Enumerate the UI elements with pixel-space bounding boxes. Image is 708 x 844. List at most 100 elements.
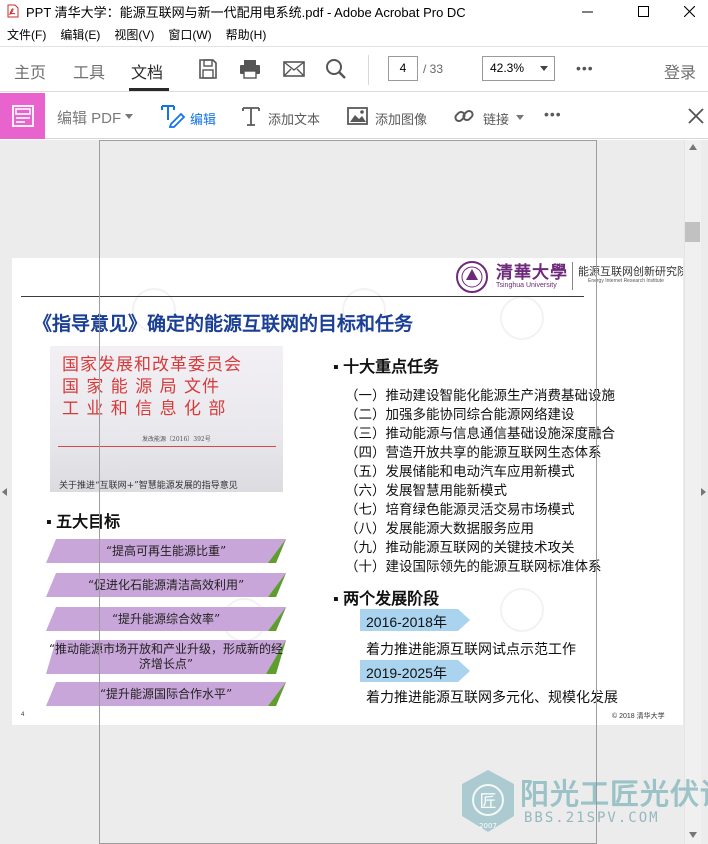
menu-edit[interactable]: 编辑(E): [60, 26, 100, 43]
goal-item: “推动能源市场开放和产业升级，形成新的经济增长点”: [46, 640, 286, 674]
main-toolbar: 主页 工具 文档: [0, 46, 708, 92]
add-image-label[interactable]: 添加图像: [375, 109, 427, 128]
expand-right-pane-icon[interactable]: [701, 488, 706, 496]
goals-heading: ▪ 五大目标: [46, 514, 121, 531]
task-item: （八）发展能源大数据服务应用: [345, 521, 534, 536]
menu-view[interactable]: 视图(V): [114, 26, 154, 43]
faint-watermark: [500, 588, 544, 632]
tasks-heading: ▪ 十大重点任务: [333, 359, 440, 376]
badge-character: 匠: [480, 792, 497, 812]
collapse-left-pane-icon[interactable]: [2, 488, 7, 496]
more-tools-button[interactable]: •••: [576, 60, 594, 76]
stage-description: 着力推进能源互联网试点示范工作: [366, 641, 576, 657]
task-item: （九）推动能源互联网的关键技术攻关: [345, 540, 575, 555]
goal-item: “提高可再生能源比重”: [46, 539, 286, 563]
edit-more-button[interactable]: •••: [544, 106, 562, 122]
doc-number: 发改能源〔2016〕392号: [142, 436, 211, 443]
print-icon[interactable]: [238, 57, 262, 81]
slide-title: 《指导意见》确定的能源互联网的目标和任务: [33, 314, 414, 335]
menu-file[interactable]: 文件(F): [7, 26, 46, 43]
goal-item: “提升能源国际合作水平”: [46, 682, 286, 706]
task-item: （七）培育绿色能源灵活交易市场模式: [345, 502, 575, 517]
forum-badge-logo: 匠 2007: [462, 770, 514, 832]
task-item: （二）加强多能协同综合能源网络建设: [345, 407, 575, 422]
policy-document-image: 国家发展和改革委员会 国 家 能 源 局 文件 工 业 和 信 息 化 部 发改…: [50, 346, 283, 492]
goal-item: “提升能源综合效率”: [46, 607, 286, 631]
menu-help[interactable]: 帮助(H): [226, 26, 267, 43]
institute-name-cn: 能源互联网创新研究院: [578, 266, 683, 278]
task-item: （四）营造开放共享的能源互联网生态体系: [345, 445, 602, 460]
scroll-up-icon[interactable]: [689, 144, 697, 150]
close-window-button[interactable]: [666, 0, 708, 22]
task-item: （十）建设国际领先的能源互联网标准体系: [345, 559, 602, 574]
add-text-icon[interactable]: [242, 106, 260, 126]
edit-pdf-tool-tile[interactable]: [0, 93, 45, 139]
university-name-cn: 清華大學: [496, 263, 568, 283]
maximize-button[interactable]: [620, 0, 666, 22]
task-item: （三）推动能源与信息通信基础设施深度融合: [345, 426, 615, 441]
goal-item: “促进化石能源清洁高效利用”: [46, 573, 286, 597]
menu-bar: 文件(F) 编辑(E) 视图(V) 窗口(W) 帮助(H): [0, 24, 280, 44]
page-number-input[interactable]: 4: [388, 56, 418, 81]
acrobat-pdf-icon: [7, 4, 19, 18]
tsinghua-seal-logo: [456, 261, 488, 293]
badge-year: 2007: [479, 822, 497, 830]
active-tab-indicator: [129, 88, 169, 91]
scrollbar-thumb[interactable]: [685, 222, 700, 242]
slide-page-number: 4: [21, 712, 25, 718]
goal-text: “提升能源国际合作水平”: [99, 687, 233, 701]
edit-pdf-toolbar: 编辑 PDF 编辑 添加文本 添加图像 链接 •••: [0, 93, 708, 139]
link-label[interactable]: 链接: [483, 109, 509, 128]
stage-description: 着力推进能源互联网多元化、规模化发展: [366, 689, 618, 705]
header-rule: [21, 296, 584, 297]
edit-pdf-label[interactable]: 编辑 PDF: [57, 107, 121, 128]
doc-caption: 关于推进“互联网+”智慧能源发展的指导意见: [59, 481, 238, 491]
edit-text-icon[interactable]: [159, 104, 185, 128]
task-item: （五）发展储能和电动汽车应用新模式: [345, 464, 575, 479]
add-text-label[interactable]: 添加文本: [268, 109, 320, 128]
edit-pdf-icon: [11, 105, 34, 127]
acrobat-window: PPT 清华大学：能源互联网与新一代配用电系统.pdf - Adobe Acro…: [0, 0, 708, 844]
doc-red-rule: [58, 446, 276, 447]
stages-heading: ▪ 两个发展阶段: [333, 591, 440, 608]
goal-text: “提升能源综合效率”: [111, 612, 221, 626]
email-icon[interactable]: [282, 57, 306, 81]
minimize-icon: [581, 11, 593, 12]
pdf-page: 清華大學 Tsinghua University 能源互联网创新研究院 Ener…: [12, 258, 683, 725]
link-icon[interactable]: [453, 105, 475, 127]
minimize-button[interactable]: [564, 0, 610, 22]
goal-text: “促进化石能源清洁高效利用”: [87, 578, 245, 592]
edit-label[interactable]: 编辑: [190, 109, 216, 128]
page-total-label: / 33: [423, 62, 444, 76]
window-title: PPT 清华大学：能源互联网与新一代配用电系统.pdf - Adobe Acro…: [26, 4, 466, 20]
faint-watermark: [500, 296, 544, 340]
tab-tools[interactable]: 工具: [73, 59, 105, 83]
logo-separator: [572, 262, 573, 290]
scroll-down-icon[interactable]: [689, 832, 697, 838]
goal-text: “提高可再生能源比重”: [105, 544, 227, 558]
toolbar-divider: [368, 55, 369, 85]
search-icon[interactable]: [324, 57, 348, 81]
maximize-icon: [637, 5, 649, 17]
task-item: （一）推动建设智能化能源生产消费基础设施: [345, 388, 615, 403]
login-button[interactable]: 登录: [664, 59, 696, 83]
institute-name-en: Energy Internet Research Institute: [588, 278, 664, 284]
goal-text: “推动能源市场开放和产业升级，形成新的经济增长点”: [48, 642, 284, 671]
task-item: （六）发展智慧用能新模式: [345, 483, 507, 498]
forum-name-watermark: 阳光工匠光伏论坛: [520, 777, 708, 811]
close-icon: [683, 5, 695, 17]
forum-url-watermark: BBS.21SPV.COM: [524, 810, 660, 826]
add-image-icon[interactable]: [347, 107, 368, 125]
tab-document[interactable]: 文档: [131, 59, 163, 83]
slide-copyright: © 2018 清华大学: [612, 713, 665, 720]
vertical-scrollbar[interactable]: [684, 140, 701, 844]
close-toolbar-icon[interactable]: [688, 108, 704, 124]
chevron-down-icon[interactable]: [540, 66, 548, 71]
chevron-down-icon[interactable]: [125, 114, 133, 119]
university-name-en: Tsinghua University: [496, 282, 557, 289]
doc-issuer-3: 工 业 和 信 息 化 部: [62, 399, 227, 419]
chevron-down-icon[interactable]: [516, 115, 524, 120]
save-icon[interactable]: [196, 57, 220, 81]
menu-window[interactable]: 窗口(W): [168, 26, 211, 43]
tab-home[interactable]: 主页: [14, 59, 46, 83]
